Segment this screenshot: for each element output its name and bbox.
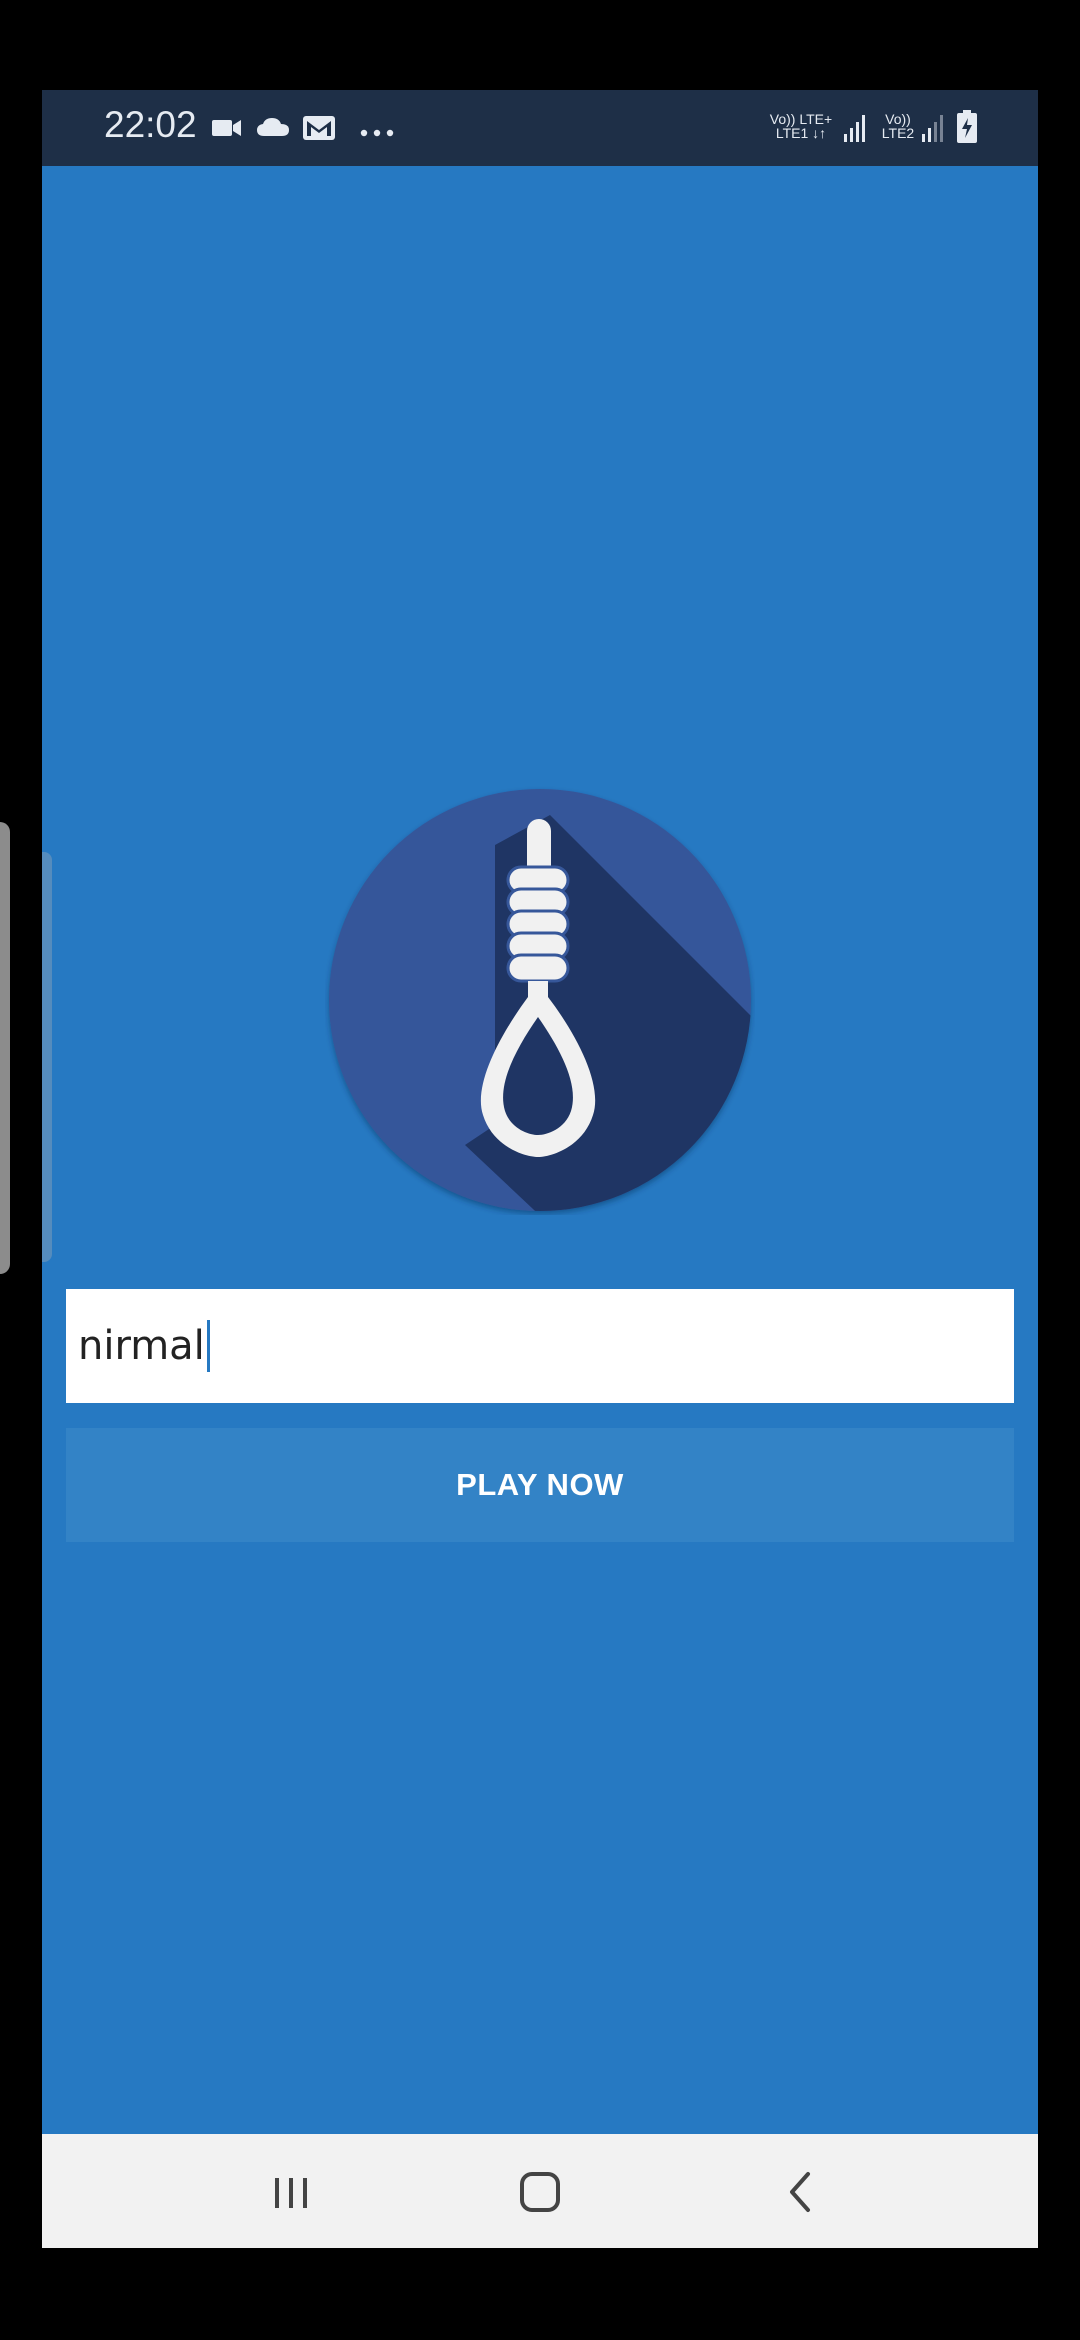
edge-panel-handle[interactable] [0, 822, 10, 1274]
signal-strength-sim1-icon [842, 112, 872, 149]
app-screen: 22:02 Vo)) LTE+ LTE1 ↓↑ Vo)) LTE2 nirmal… [42, 90, 1038, 2248]
sim2-network-top: Vo)) [885, 111, 911, 127]
data-arrows-icon: ↓↑ [812, 125, 827, 141]
app-logo [325, 785, 755, 1215]
text-cursor [206, 1320, 210, 1372]
cloud-icon [256, 116, 290, 143]
edge-panel-handle-overlay [42, 852, 52, 1262]
navigation-bar [42, 2134, 1038, 2248]
gmail-icon [303, 116, 335, 145]
sim1-network-top: Vo)) LTE+ [769, 111, 833, 127]
noose-logo-icon [329, 789, 751, 1211]
sim2-network-label: Vo)) LTE2 [872, 112, 924, 140]
video-camera-icon [212, 118, 242, 143]
player-name-value: nirmal [78, 1323, 205, 1369]
sim1-network-label: Vo)) LTE+ LTE1 ↓↑ [760, 112, 842, 140]
signal-strength-sim2-icon [920, 112, 946, 149]
status-time: 22:02 [104, 104, 197, 145]
home-icon [520, 2172, 560, 2212]
battery-charging-icon [956, 110, 978, 149]
sim1-lte-label: LTE1 [775, 125, 809, 141]
sim1-network-bottom: LTE1 ↓↑ [760, 126, 842, 140]
sim2-network-bottom: LTE2 [881, 125, 915, 141]
play-now-button[interactable]: PLAY NOW [66, 1428, 1014, 1542]
recent-apps-button[interactable] [262, 2164, 322, 2220]
back-button[interactable] [770, 2164, 830, 2220]
home-button[interactable] [510, 2164, 570, 2220]
status-bar: 22:02 Vo)) LTE+ LTE1 ↓↑ Vo)) LTE2 [42, 90, 1038, 166]
recent-apps-icon [275, 2178, 307, 2208]
more-dots-icon [360, 124, 394, 142]
back-icon [790, 2172, 810, 2212]
player-name-input[interactable]: nirmal [66, 1289, 1014, 1403]
